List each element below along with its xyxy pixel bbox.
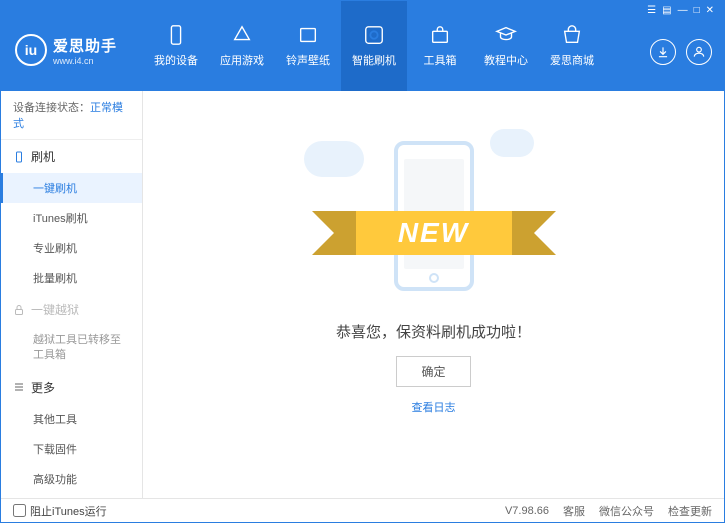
update-link[interactable]: 检查更新	[668, 503, 712, 519]
list-icon	[13, 381, 25, 393]
body: 设备连接状态：正常模式 刷机 一键刷机 iTunes刷机 专业刷机 批量刷机 一…	[1, 91, 724, 498]
confirm-button[interactable]: 确定	[396, 356, 470, 387]
version-label: V7.98.66	[505, 505, 549, 517]
footer-links: V7.98.66 客服 微信公众号 检查更新	[505, 503, 712, 519]
nav-toolbox[interactable]: 工具箱	[407, 1, 473, 91]
nav-my-device[interactable]: 我的设备	[143, 1, 209, 91]
sidebar-item-batch-flash[interactable]: 批量刷机	[1, 263, 142, 293]
top-nav: 我的设备 应用游戏 铃声壁纸 智能刷机 工具箱 教程中心 爱思商城	[143, 1, 724, 91]
phone-small-icon	[13, 151, 25, 163]
footer: 阻止iTunes运行 V7.98.66 客服 微信公众号 检查更新	[1, 498, 724, 522]
app-title: 爱思助手	[53, 35, 117, 56]
block-itunes-checkbox[interactable]: 阻止iTunes运行	[13, 503, 107, 519]
success-illustration: NEW	[314, 121, 554, 301]
maximize-icon[interactable]: □	[694, 5, 700, 16]
skin-icon[interactable]: ▤	[662, 5, 671, 16]
menu-icon[interactable]: ☰	[647, 5, 656, 16]
nav-apps[interactable]: 应用游戏	[209, 1, 275, 91]
sidebar-item-other-tools[interactable]: 其他工具	[1, 404, 142, 434]
sidebar: 设备连接状态：正常模式 刷机 一键刷机 iTunes刷机 专业刷机 批量刷机 一…	[1, 91, 143, 498]
sidebar-item-itunes-flash[interactable]: iTunes刷机	[1, 203, 142, 233]
lock-icon	[13, 304, 25, 316]
window-controls: ☰ ▤ — □ ✕	[647, 5, 714, 16]
user-button[interactable]	[686, 39, 712, 65]
refresh-icon	[363, 24, 385, 46]
sidebar-item-pro-flash[interactable]: 专业刷机	[1, 233, 142, 263]
minimize-icon[interactable]: —	[678, 5, 688, 16]
sidebar-more-section[interactable]: 更多	[1, 371, 142, 404]
connection-status: 设备连接状态：正常模式	[1, 91, 142, 140]
main-content: NEW 恭喜您，保资料刷机成功啦！ 确定 查看日志	[143, 91, 724, 498]
sidebar-item-oneclick-flash[interactable]: 一键刷机	[1, 173, 142, 203]
download-button[interactable]	[650, 39, 676, 65]
logo-text: 爱思助手 www.i4.cn	[53, 35, 117, 66]
success-message: 恭喜您，保资料刷机成功啦！	[336, 321, 531, 342]
wallpaper-icon	[297, 24, 319, 46]
logo-area: iu 爱思助手 www.i4.cn	[1, 1, 143, 91]
store-icon	[561, 24, 583, 46]
app-subtitle: www.i4.cn	[53, 56, 117, 66]
close-icon[interactable]: ✕	[706, 5, 714, 16]
support-link[interactable]: 客服	[563, 503, 585, 519]
sidebar-jailbreak-section: 一键越狱	[1, 293, 142, 326]
nav-flash[interactable]: 智能刷机	[341, 1, 407, 91]
wechat-link[interactable]: 微信公众号	[599, 503, 654, 519]
logo-icon: iu	[15, 34, 47, 66]
nav-store[interactable]: 爱思商城	[539, 1, 605, 91]
header: iu 爱思助手 www.i4.cn 我的设备 应用游戏 铃声壁纸 智能刷机 工具…	[1, 1, 724, 91]
view-log-link[interactable]: 查看日志	[412, 399, 456, 415]
header-actions	[650, 39, 712, 65]
sidebar-item-download-firmware[interactable]: 下载固件	[1, 434, 142, 464]
sidebar-item-advanced[interactable]: 高级功能	[1, 464, 142, 494]
nav-tutorials[interactable]: 教程中心	[473, 1, 539, 91]
new-ribbon: NEW	[334, 211, 534, 255]
sidebar-bottom: 自动激活 跳过向导 iPhone 12 mini 64GB Down-12min…	[1, 494, 142, 498]
phone-icon	[165, 24, 187, 46]
nav-ringtones[interactable]: 铃声壁纸	[275, 1, 341, 91]
toolbox-icon	[429, 24, 451, 46]
apps-icon	[231, 24, 253, 46]
tutorial-icon	[495, 24, 517, 46]
sidebar-flash-section[interactable]: 刷机	[1, 140, 142, 173]
jailbreak-note: 越狱工具已转移至工具箱	[1, 326, 142, 371]
